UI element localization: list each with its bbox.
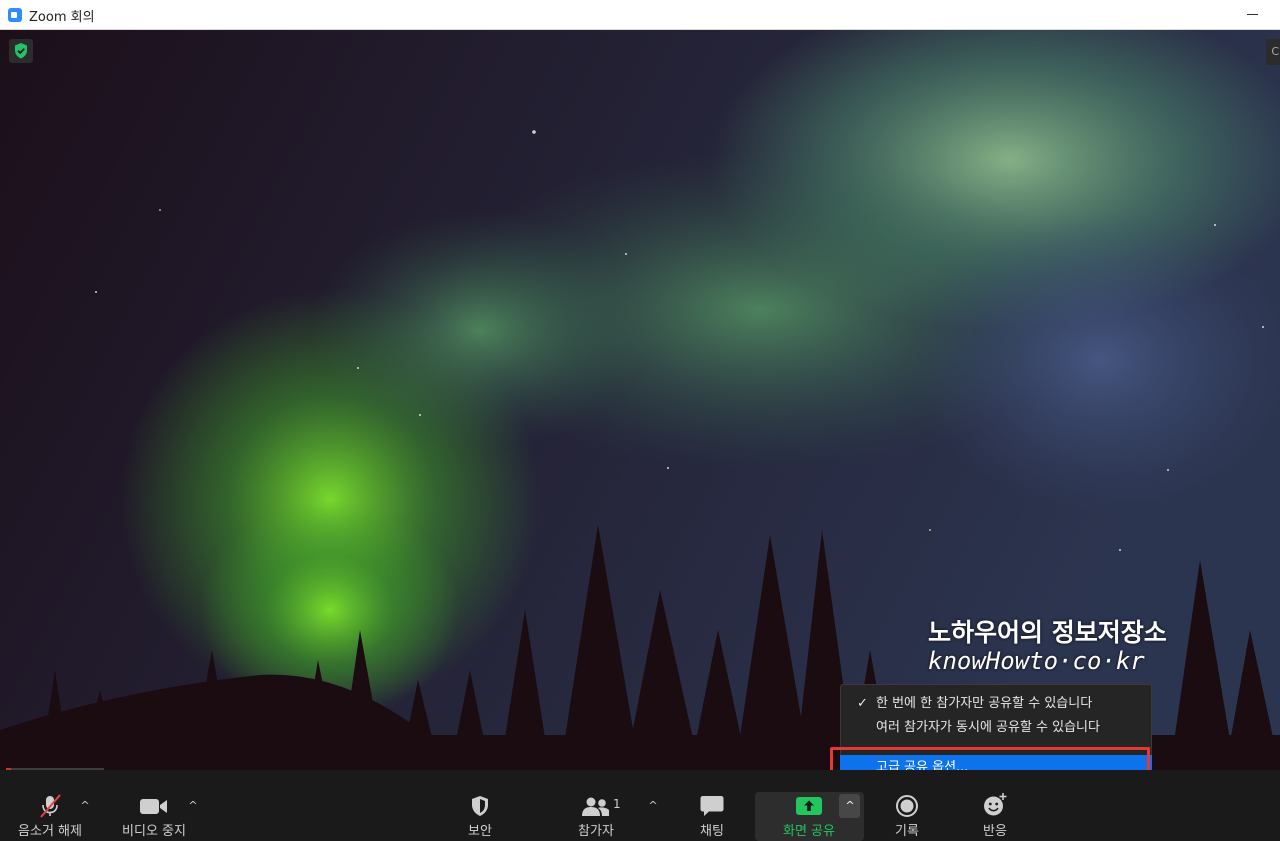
participants-options-caret[interactable]: ^ [646, 799, 660, 813]
meeting-toolbar: 음소거 해제 ^ 비디오 중지 ^ 보안 1 참가자 ^ 채팅 화면 공유 ^ … [0, 770, 1280, 841]
watermark-title: 노하우어의 정보저장소 [928, 618, 1167, 647]
share-options-caret[interactable]: ^ [843, 799, 857, 813]
security-label: 보안 [468, 824, 492, 839]
minimize-button[interactable] [1247, 14, 1258, 15]
zoom-app-icon [8, 8, 22, 22]
record-icon [896, 795, 918, 817]
view-toggle-chip[interactable]: C [1266, 39, 1280, 65]
participants-button[interactable]: 1 참가자 [566, 770, 626, 841]
video-area: C 노하우어의 정보저장소 knowHowto·co·kr [0, 30, 1280, 770]
title-bar: Zoom 회의 [0, 0, 1280, 30]
reactions-label: 반응 [983, 824, 1007, 839]
chat-button[interactable]: 채팅 [682, 770, 742, 841]
muted-mic-icon [40, 794, 61, 818]
record-label: 기록 [895, 824, 919, 839]
menu-item-single-share[interactable]: ✓ 한 번에 한 참가자만 공유할 수 있습니다 [841, 692, 1151, 716]
video-camera-icon [140, 799, 167, 814]
share-screen-icon [796, 797, 822, 815]
watermark-url: knowHowto·co·kr [928, 647, 1145, 675]
participants-icon [582, 797, 609, 816]
participants-label: 참가자 [578, 824, 614, 839]
security-button[interactable]: 보안 [450, 770, 510, 841]
watermark: 노하우어의 정보저장소 knowHowto·co·kr [928, 613, 1167, 675]
green-shield-check-icon [15, 43, 27, 59]
reactions-button[interactable]: 반응 [965, 770, 1025, 841]
chat-bubble-icon [700, 796, 724, 816]
unmute-label: 음소거 해제 [18, 824, 82, 839]
audio-options-caret[interactable]: ^ [78, 799, 92, 813]
shield-icon [472, 796, 488, 816]
encryption-shield-badge[interactable] [9, 39, 33, 63]
menu-item-label: 한 번에 한 참가자만 공유할 수 있습니다 [876, 696, 1093, 711]
share-screen-label: 화면 공유 [783, 824, 835, 839]
stop-video-label: 비디오 중지 [122, 824, 186, 839]
video-options-caret[interactable]: ^ [186, 799, 200, 813]
menu-item-multi-share[interactable]: 여러 참가자가 동시에 공유할 수 있습니다 [841, 716, 1151, 740]
stop-video-button[interactable]: 비디오 중지 [112, 770, 196, 841]
record-button[interactable]: 기록 [877, 770, 937, 841]
participant-count: 1 [613, 797, 621, 811]
menu-item-label: 여러 참가자가 동시에 공유할 수 있습니다 [876, 720, 1100, 735]
chat-label: 채팅 [700, 824, 724, 839]
window-title: Zoom 회의 [29, 10, 95, 25]
emoji-icon [984, 793, 1007, 816]
share-screen-button[interactable]: 화면 공유 [770, 770, 848, 841]
check-icon: ✓ [857, 696, 868, 711]
